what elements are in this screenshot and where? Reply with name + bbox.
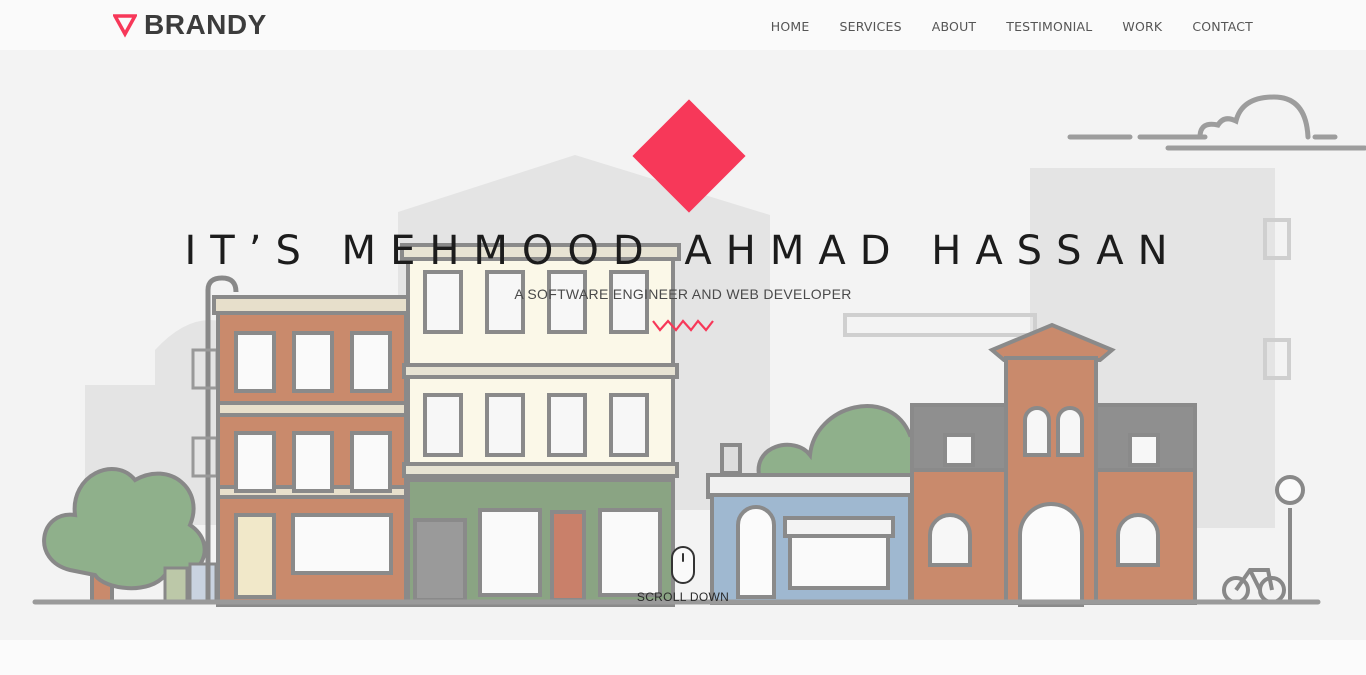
- nav-menu: HOME SERVICES ABOUT TESTIMONIAL WORK CON…: [771, 16, 1253, 35]
- next-section-edge: [0, 640, 1366, 675]
- brand-name: BRANDY: [144, 9, 267, 40]
- nav-link-work[interactable]: WORK: [1122, 19, 1162, 34]
- triangle-down-icon: [113, 14, 137, 38]
- nav-link-home[interactable]: HOME: [771, 19, 810, 34]
- nav-link-about[interactable]: ABOUT: [932, 19, 977, 34]
- top-navbar: BRANDY HOME SERVICES ABOUT TESTIMONIAL W…: [0, 0, 1366, 50]
- hero-section: IT’S MEHMOOD AHMAD HASSAN A SOFTWARE ENG…: [0, 50, 1366, 640]
- hero-title: IT’S MEHMOOD AHMAD HASSAN: [184, 228, 1182, 274]
- nav-link-contact[interactable]: CONTACT: [1192, 19, 1253, 34]
- zigzag-icon: [652, 319, 714, 332]
- nav-link-testimonial[interactable]: TESTIMONIAL: [1006, 19, 1092, 34]
- nav-link-services[interactable]: SERVICES: [839, 19, 901, 34]
- mouse-icon: [671, 546, 695, 584]
- scroll-down-link[interactable]: SCROLL DOWN: [620, 545, 746, 604]
- hero-subtitle: A SOFTWARE ENGINEER AND WEB DEVELOPER: [514, 286, 852, 302]
- brand-logo-link[interactable]: BRANDY: [113, 9, 267, 41]
- scroll-down-label: SCROLL DOWN: [636, 590, 730, 604]
